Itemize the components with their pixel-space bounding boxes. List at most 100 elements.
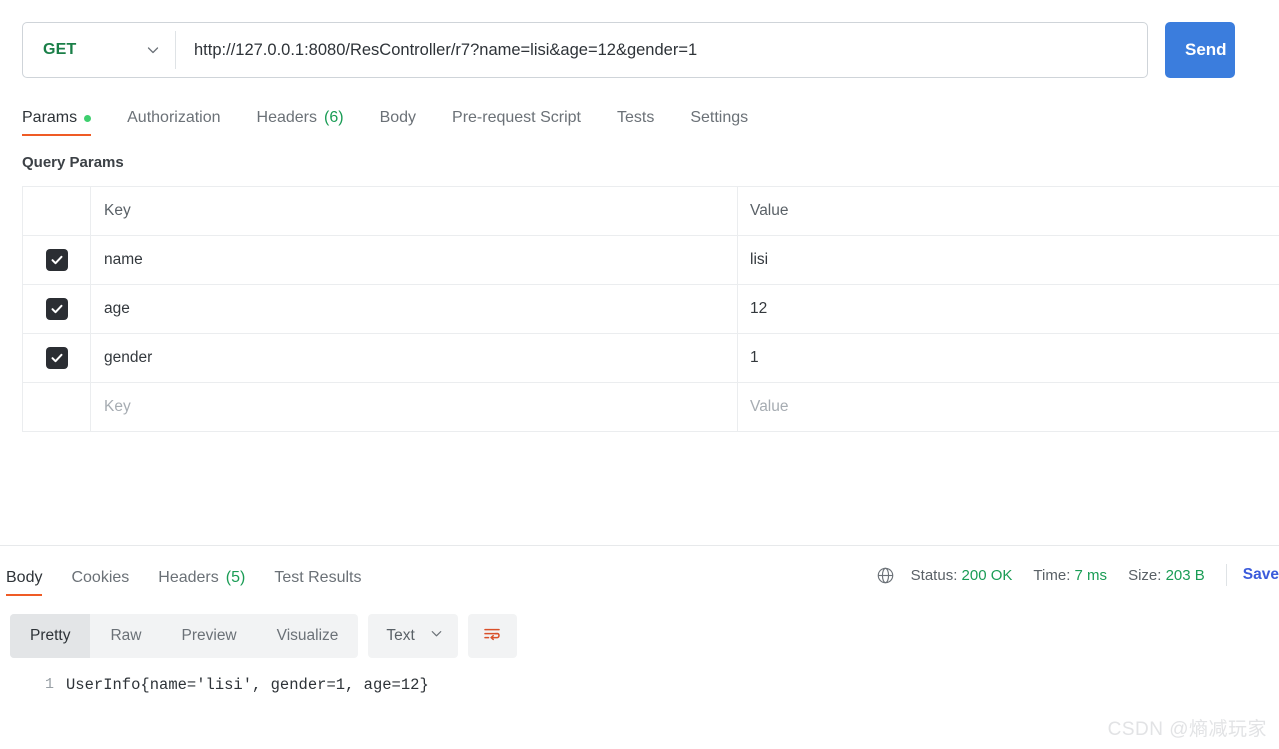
- globe-icon[interactable]: [876, 566, 895, 585]
- row-value-text: lisi: [750, 251, 769, 268]
- response-tab-headers-count: (5): [225, 569, 246, 586]
- chevron-down-icon: [145, 42, 161, 58]
- response-tab-headers[interactable]: Headers (5): [158, 569, 245, 596]
- response-pane-divider[interactable]: [0, 545, 1279, 546]
- view-raw-button[interactable]: Raw: [90, 614, 161, 658]
- checkbox-checked-icon[interactable]: [45, 249, 68, 271]
- table-header-row: Key Value: [23, 187, 1279, 236]
- row-value-cell-empty[interactable]: Value: [738, 383, 1279, 431]
- row-value-cell[interactable]: lisi: [738, 236, 1279, 284]
- view-pretty-button[interactable]: Pretty: [10, 614, 91, 658]
- word-wrap-toggle[interactable]: [467, 614, 517, 658]
- response-tab-bar: Body Cookies Headers (5) Test Results: [6, 562, 390, 596]
- row-key-cell-empty[interactable]: Key: [91, 383, 738, 431]
- response-type-select[interactable]: Text: [368, 614, 458, 658]
- size-label: Size:: [1128, 566, 1162, 584]
- postman-window: GET Send Params Authorization Headers (6…: [0, 0, 1279, 749]
- tab-headers-count: (6): [324, 109, 344, 126]
- view-preview-button[interactable]: Preview: [162, 614, 257, 658]
- row-key-text: age: [104, 300, 130, 317]
- tab-headers[interactable]: Headers (6): [257, 109, 344, 136]
- response-tab-body-label: Body: [6, 569, 43, 586]
- row-value-cell[interactable]: 12: [738, 285, 1279, 333]
- tab-authorization[interactable]: Authorization: [127, 109, 220, 136]
- size-badge: Size: 203 B: [1128, 567, 1205, 584]
- row-value-text: 12: [750, 300, 768, 317]
- header-value-label: Value: [750, 202, 789, 219]
- row-value-placeholder: Value: [750, 398, 789, 415]
- tab-settings[interactable]: Settings: [690, 109, 748, 136]
- url-input[interactable]: [176, 23, 1147, 77]
- tab-tests[interactable]: Tests: [617, 109, 654, 136]
- row-checkbox-cell: [23, 334, 91, 382]
- time-label: Time:: [1033, 566, 1071, 584]
- header-cell-checkbox: [23, 187, 91, 235]
- response-body-viewer[interactable]: 1 UserInfo{name='lisi', gender=1, age=12…: [0, 672, 1279, 749]
- header-key-label: Key: [104, 202, 131, 219]
- status-label: Status:: [910, 566, 958, 584]
- status-value: 200 OK: [961, 566, 1013, 584]
- tab-body[interactable]: Body: [380, 109, 416, 136]
- tab-pre-request-script[interactable]: Pre-request Script: [452, 109, 581, 136]
- tab-tests-label: Tests: [616, 109, 655, 126]
- table-row-empty: Key Value: [23, 383, 1279, 432]
- response-tab-cookies-label: Cookies: [71, 569, 130, 586]
- row-value-cell[interactable]: 1: [738, 334, 1279, 382]
- method-label: GET: [43, 41, 77, 58]
- header-cell-value: Value: [738, 187, 1279, 235]
- response-type-value: Text: [386, 627, 415, 644]
- response-tab-headers-label: Headers: [158, 569, 219, 586]
- checkbox-checked-icon[interactable]: [45, 298, 68, 320]
- response-view-segmented-control: Pretty Raw Preview Visualize: [10, 614, 359, 658]
- chevron-down-icon: [429, 626, 444, 646]
- row-checkbox-cell-empty: [23, 383, 91, 431]
- response-tab-test-results[interactable]: Test Results: [274, 569, 361, 596]
- code-line: 1 UserInfo{name='lisi', gender=1, age=12…: [0, 672, 1279, 698]
- tab-authorization-label: Authorization: [127, 109, 221, 126]
- query-params-title: Query Params: [22, 154, 124, 171]
- line-content: UserInfo{name='lisi', gender=1, age=12}: [66, 676, 429, 694]
- request-bar: GET Send: [22, 22, 1235, 78]
- row-value-text: 1: [750, 349, 759, 366]
- table-row: age 12: [23, 285, 1279, 334]
- row-key-text: gender: [104, 349, 153, 366]
- row-key-cell[interactable]: age: [91, 285, 738, 333]
- checkbox-checked-icon[interactable]: [45, 347, 68, 369]
- response-tab-body[interactable]: Body: [6, 569, 43, 596]
- params-modified-dot-icon: [84, 114, 92, 122]
- response-meta-bar: Status: 200 OK Time: 7 ms Size: 203 B Sa…: [876, 562, 1279, 588]
- response-format-toolbar: Pretty Raw Preview Visualize Text: [10, 614, 517, 658]
- tab-settings-label: Settings: [690, 109, 749, 126]
- row-checkbox-cell: [23, 236, 91, 284]
- row-checkbox-cell: [23, 285, 91, 333]
- tab-headers-label: Headers: [256, 109, 317, 126]
- status-badge: Status: 200 OK: [911, 567, 1013, 584]
- tab-params-label: Params: [22, 109, 78, 126]
- tab-params[interactable]: Params: [22, 109, 92, 136]
- row-key-cell[interactable]: name: [91, 236, 738, 284]
- query-params-table: Key Value name lisi age 12 gender 1 Key …: [22, 186, 1279, 432]
- send-button[interactable]: Send: [1165, 22, 1235, 78]
- meta-divider: [1225, 564, 1227, 586]
- tab-body-label: Body: [379, 109, 417, 126]
- method-selector[interactable]: GET: [23, 23, 175, 77]
- watermark: CSDN @熵减玩家: [1107, 719, 1267, 740]
- row-key-placeholder: Key: [104, 398, 131, 415]
- line-number: 1: [44, 676, 54, 693]
- tab-pre-request-script-label: Pre-request Script: [452, 109, 581, 126]
- response-tab-test-results-label: Test Results: [274, 569, 362, 586]
- row-key-text: name: [104, 251, 143, 268]
- table-row: name lisi: [23, 236, 1279, 285]
- view-visualize-button[interactable]: Visualize: [257, 614, 359, 658]
- row-key-cell[interactable]: gender: [91, 334, 738, 382]
- word-wrap-icon: [482, 624, 502, 649]
- header-cell-key: Key: [91, 187, 738, 235]
- response-tab-cookies[interactable]: Cookies: [71, 569, 129, 596]
- time-badge: Time: 7 ms: [1033, 567, 1107, 584]
- url-shell: GET: [22, 22, 1148, 78]
- size-value: 203 B: [1165, 566, 1205, 584]
- table-row: gender 1: [23, 334, 1279, 383]
- time-value: 7 ms: [1074, 566, 1108, 584]
- save-response-button[interactable]: Save: [1243, 566, 1279, 584]
- request-tab-bar: Params Authorization Headers (6) Body Pr…: [22, 100, 784, 136]
